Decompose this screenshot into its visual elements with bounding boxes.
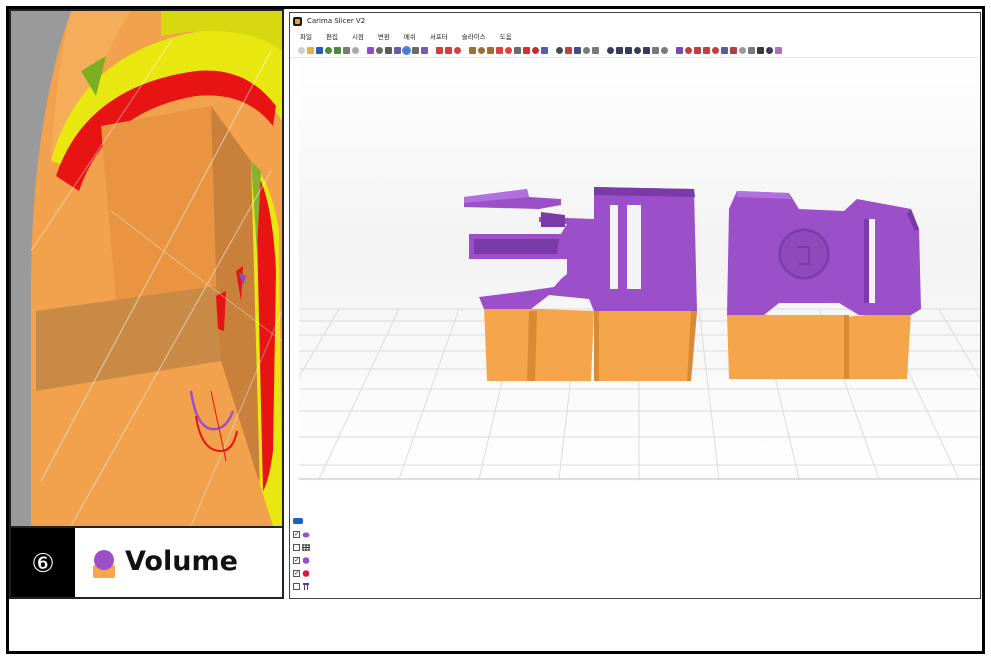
toolbar-tool-icon[interactable] xyxy=(556,46,563,54)
layer-checkbox[interactable] xyxy=(293,557,300,564)
layer-row xyxy=(293,528,319,541)
menu-edit[interactable]: 편집 xyxy=(326,31,338,41)
toolbar-tool-icon[interactable] xyxy=(334,46,341,54)
toolbar-tool-icon[interactable] xyxy=(325,46,332,54)
step-number: ⑥ xyxy=(11,528,75,597)
toolbar-tool-icon[interactable] xyxy=(625,46,632,54)
caption-bar: ⑥ Volume xyxy=(11,526,282,597)
purple-small-dot-icon xyxy=(302,532,310,538)
toolbar-tool-icon[interactable] xyxy=(766,46,773,54)
toolbar xyxy=(290,43,980,58)
toolbar-tool-icon[interactable] xyxy=(583,46,590,54)
layer-row xyxy=(293,541,319,554)
toolbar-tool-icon[interactable] xyxy=(496,46,503,54)
toolbar-tool-icon[interactable] xyxy=(757,46,764,54)
menu-slice[interactable]: 슬라이스 xyxy=(462,31,486,41)
layer-checkbox[interactable] xyxy=(293,570,300,577)
model-buckle-female[interactable] xyxy=(727,191,921,379)
toolbar-tool-icon[interactable] xyxy=(367,46,374,54)
3d-viewport[interactable] xyxy=(299,59,980,598)
toolbar-tool-icon[interactable] xyxy=(316,46,323,54)
layer-row xyxy=(293,580,319,593)
red-circle-icon xyxy=(302,570,310,577)
toolbar-tool-icon[interactable] xyxy=(541,46,548,54)
toolbar-tool-icon[interactable] xyxy=(643,46,650,54)
menu-view[interactable]: 시점 xyxy=(352,31,364,41)
menu-transform[interactable]: 변환 xyxy=(378,31,390,41)
purple-circle-icon xyxy=(302,557,310,564)
toolbar-tool-icon[interactable] xyxy=(421,46,428,54)
closeup-render xyxy=(11,11,282,526)
toolbar-tool-icon[interactable] xyxy=(385,46,392,54)
menu-file[interactable]: 파일 xyxy=(300,31,312,41)
toolbar-tool-icon[interactable] xyxy=(352,46,359,54)
menu-bar: 파일 편집 시점 변환 메쉬 서포터 슬라이스 도움 xyxy=(290,29,980,43)
toolbar-tool-icon[interactable] xyxy=(307,46,314,54)
toolbar-tool-icon[interactable] xyxy=(532,46,539,54)
toolbar-tool-icon[interactable] xyxy=(523,46,530,54)
toolbar-tool-icon[interactable] xyxy=(514,46,521,54)
toolbar-tool-icon[interactable] xyxy=(343,46,350,54)
layer-row xyxy=(293,554,319,567)
layer-checkbox[interactable] xyxy=(293,544,300,551)
toolbar-tool-icon[interactable] xyxy=(694,46,701,54)
layer-checkbox[interactable] xyxy=(293,531,300,538)
toolbar-tool-icon[interactable] xyxy=(394,46,401,54)
toolbar-tool-icon[interactable] xyxy=(703,46,710,54)
toolbar-tool-icon[interactable] xyxy=(445,46,452,54)
toolbar-tool-icon[interactable] xyxy=(505,46,512,54)
menu-support[interactable]: 서포터 xyxy=(430,31,448,41)
toolbar-tool-icon[interactable] xyxy=(652,46,659,54)
grid-icon xyxy=(302,544,310,551)
toolbar-tool-icon[interactable] xyxy=(616,46,623,54)
toolbar-tool-icon[interactable] xyxy=(739,46,746,54)
toolbar-tool-icon[interactable] xyxy=(607,46,614,54)
title-bar: Carima Slicer V2 xyxy=(290,13,980,29)
toolbar-tool-icon[interactable] xyxy=(634,46,641,54)
toolbar-tool-icon[interactable] xyxy=(775,46,782,54)
support-tower-icon xyxy=(303,583,309,590)
toolbar-tool-icon[interactable] xyxy=(661,46,668,54)
caption-label: Volume xyxy=(125,546,238,577)
layer-checkbox[interactable] xyxy=(293,583,300,590)
toolbar-tool-icon[interactable] xyxy=(685,46,692,54)
toolbar-tool-icon[interactable] xyxy=(412,46,419,54)
menu-help[interactable]: 도움 xyxy=(500,31,512,41)
toolbar-tool-icon[interactable] xyxy=(298,46,305,54)
toolbar-tool-icon[interactable] xyxy=(436,46,443,54)
volume-layer-icon xyxy=(91,549,117,579)
toolbar-tool-icon[interactable] xyxy=(721,46,728,54)
layer-row xyxy=(293,567,319,580)
layer-visibility-panel xyxy=(293,518,319,598)
toolbar-tool-icon[interactable] xyxy=(402,45,411,55)
toolbar-tool-icon[interactable] xyxy=(730,46,737,54)
closeup-panel: ⑥ Volume xyxy=(9,9,284,599)
toolbar-tool-icon[interactable] xyxy=(376,46,383,54)
toolbar-tool-icon[interactable] xyxy=(748,46,755,54)
slicer-app-window: Carima Slicer V2 파일 편집 시점 변환 메쉬 서포터 슬라이스… xyxy=(289,12,981,599)
toolbar-tool-icon[interactable] xyxy=(592,46,599,54)
toolbar-tool-icon[interactable] xyxy=(676,46,683,54)
toolbar-tool-icon[interactable] xyxy=(712,46,719,54)
toolbar-tool-icon[interactable] xyxy=(565,46,572,54)
toolbar-tool-icon[interactable] xyxy=(469,46,476,54)
toolbar-tool-icon[interactable] xyxy=(487,46,494,54)
toolbar-tool-icon[interactable] xyxy=(454,46,461,54)
selected-tab-indicator[interactable] xyxy=(293,518,303,524)
app-title: Carima Slicer V2 xyxy=(307,17,366,25)
menu-mesh[interactable]: 메쉬 xyxy=(404,31,416,41)
toolbar-tool-icon[interactable] xyxy=(478,46,485,54)
app-logo-icon xyxy=(293,16,302,26)
toolbar-tool-icon[interactable] xyxy=(574,46,581,54)
